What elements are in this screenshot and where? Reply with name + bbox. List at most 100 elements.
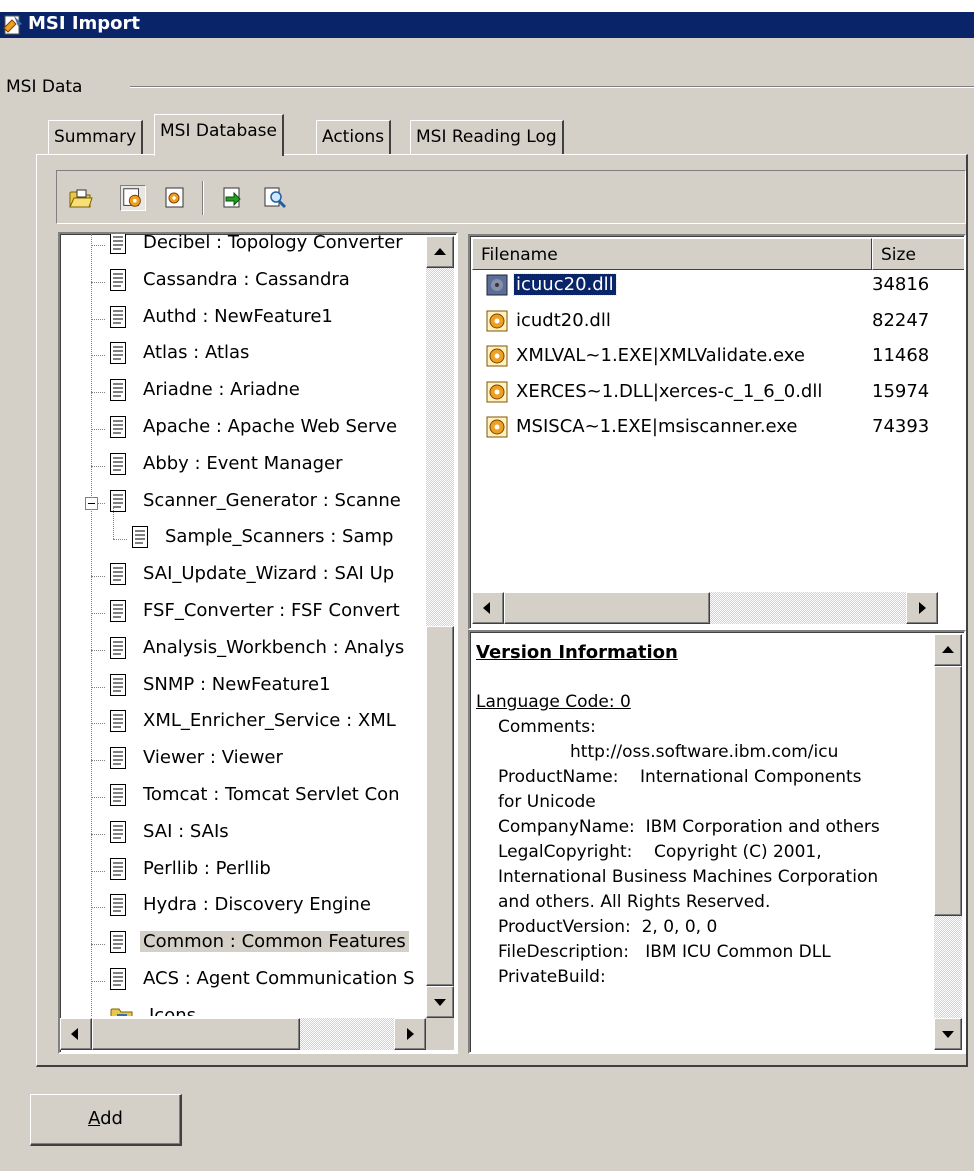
tab-msi-reading-log[interactable]: MSI Reading Log xyxy=(410,120,564,154)
tree-connector xyxy=(91,576,105,578)
version-scroll-down-button[interactable] xyxy=(934,1018,962,1050)
tree-scroll-down-button[interactable] xyxy=(426,986,454,1018)
version-scroll-up-button[interactable] xyxy=(934,634,962,666)
file-size: 11468 xyxy=(872,345,930,366)
file-size: 34816 xyxy=(872,274,930,295)
file-row[interactable]: XERCES~1.DLL|xerces-c_1_6_0.dll 15974 xyxy=(470,377,934,411)
tree-item[interactable]: Viewer : Viewer xyxy=(60,743,426,779)
tree-connector xyxy=(91,649,105,651)
file-component-icon xyxy=(486,381,508,403)
version-info-pane[interactable]: Version Information Language Code: 0 Com… xyxy=(468,630,966,1054)
tree-item[interactable]: SAI : SAIs xyxy=(60,817,426,853)
document-icon xyxy=(110,234,126,254)
tree-item[interactable]: Hydra : Discovery Engine xyxy=(60,890,426,926)
file-name: icuuc20.dll xyxy=(513,273,617,296)
filelist-scroll-right-button[interactable] xyxy=(906,592,938,624)
version-info-heading: Version Information xyxy=(476,642,678,663)
tree-item[interactable]: Ariadne : Ariadne xyxy=(60,375,426,411)
tree-item[interactable]: Perllib : Perllib xyxy=(60,854,426,890)
search-button[interactable] xyxy=(262,185,288,211)
tree-item[interactable]: Analysis_Workbench : Analys xyxy=(60,633,426,669)
group-divider xyxy=(130,86,974,88)
component-view-button[interactable] xyxy=(120,185,146,211)
title-bar[interactable]: MSI Import xyxy=(0,0,974,38)
filelist-scroll-left-button[interactable] xyxy=(472,592,504,624)
tree-scroll-left-button[interactable] xyxy=(60,1018,92,1050)
column-header-size[interactable]: Size xyxy=(872,238,964,270)
search-icon xyxy=(264,187,287,209)
tree-scroll-up-button[interactable] xyxy=(426,236,454,268)
document-icon xyxy=(110,342,126,365)
tree-connector xyxy=(91,870,105,872)
right-arrow-icon xyxy=(407,1028,414,1040)
tree-connector xyxy=(91,429,105,430)
tree-connector xyxy=(91,981,105,982)
open-folder-icon xyxy=(69,189,93,208)
file-row[interactable]: icuuc20.dll 34816 xyxy=(470,270,934,304)
tree-item-label: Hydra : Discovery Engine xyxy=(143,894,371,916)
file-size: 74393 xyxy=(872,416,930,437)
tree-item[interactable]: Cassandra : Cassandra xyxy=(60,265,426,301)
tab-actions[interactable]: Actions xyxy=(316,120,392,154)
column-header-label: Filename xyxy=(481,245,558,265)
tree-connector xyxy=(91,686,105,688)
version-scroll-thumb[interactable] xyxy=(934,666,962,916)
file-row[interactable]: MSISCA~1.EXE|msiscanner.exe 74393 xyxy=(470,412,934,446)
file-description: FileDescription: IBM ICU Common DLL xyxy=(498,942,831,962)
file-row[interactable]: icudt20.dll 82247 xyxy=(470,306,934,340)
tree-item[interactable]: Apache : Apache Web Serve xyxy=(60,412,426,448)
tree-item[interactable]: Tomcat : Tomcat Servlet Con xyxy=(60,780,426,816)
tree-item[interactable]: Icons xyxy=(60,1001,426,1016)
open-folder-button[interactable] xyxy=(68,185,94,211)
tree-hscroll-thumb[interactable] xyxy=(92,1018,300,1050)
file-name: XMLVAL~1.EXE|XMLValidate.exe xyxy=(516,345,805,366)
tree-item[interactable]: Decibel : Topology Converter xyxy=(60,234,426,264)
tree-scroll-thumb[interactable] xyxy=(426,626,454,986)
tree-item[interactable]: Scanner_Generator : Scanne xyxy=(60,486,426,522)
comments-value: http://oss.software.ibm.com/icu xyxy=(570,742,839,762)
tab-summary[interactable]: Summary xyxy=(48,120,144,154)
add-button[interactable]: Add xyxy=(30,1094,182,1146)
tree-item-label: Atlas : Atlas xyxy=(143,342,250,364)
tree-item[interactable]: SNMP : NewFeature1 xyxy=(60,670,426,706)
component-icon xyxy=(123,188,141,207)
down-arrow-icon xyxy=(434,999,446,1006)
column-header-filename[interactable]: Filename xyxy=(472,238,872,270)
tree-item-label: Apache : Apache Web Serve xyxy=(143,416,398,437)
up-arrow-icon xyxy=(434,248,446,255)
tree-item-label: Abby : Event Manager xyxy=(143,452,343,474)
tree-item-label: Scanner_Generator : Scanne xyxy=(143,489,401,511)
right-arrow-icon xyxy=(919,602,926,614)
tree-item[interactable]: FSF_Converter : FSF Convert xyxy=(60,596,426,632)
document-icon xyxy=(110,931,126,954)
document-icon xyxy=(110,857,126,880)
feature-view-button[interactable] xyxy=(162,185,188,211)
document-icon xyxy=(110,968,126,990)
tree-item[interactable]: Sample_Scanners : Samp xyxy=(60,508,426,558)
tree-connector xyxy=(91,760,105,762)
tab-msi-database[interactable]: MSI Database xyxy=(154,114,284,156)
tree-item-label: Cassandra : Cassandra xyxy=(143,268,350,290)
tree-connector xyxy=(91,245,105,246)
tab-label: Summary xyxy=(54,127,137,147)
tree-scroll-right-button[interactable] xyxy=(394,1018,426,1050)
tree-item[interactable]: Authd : NewFeature1 xyxy=(60,302,426,338)
add-mnemonic: A xyxy=(88,1108,101,1129)
file-size: 82247 xyxy=(872,309,930,331)
tree-item[interactable]: SAI_Update_Wizard : SAI Up xyxy=(60,559,426,595)
folder-icon xyxy=(110,1005,134,1016)
collapse-toggle-icon[interactable] xyxy=(85,496,98,510)
import-button[interactable] xyxy=(220,185,246,211)
tree-connector xyxy=(91,613,105,614)
file-size: 15974 xyxy=(872,380,930,402)
file-row[interactable]: XMLVAL~1.EXE|XMLValidate.exe 11468 xyxy=(470,341,934,375)
filelist-hscroll-thumb[interactable] xyxy=(504,592,710,624)
tree-item[interactable]: Abby : Event Manager xyxy=(60,449,426,485)
tree-item[interactable]: XML_Enricher_Service : XML xyxy=(60,706,426,742)
tab-label: MSI Database xyxy=(160,121,277,141)
tab-label: MSI Reading Log xyxy=(416,127,557,147)
tree-item[interactable]: Atlas : Atlas xyxy=(60,338,426,374)
tree-item[interactable]: ACS : Agent Communication S xyxy=(60,964,426,1000)
tree-item[interactable]: Common : Common Features xyxy=(60,927,426,963)
tree-connector xyxy=(91,833,105,835)
